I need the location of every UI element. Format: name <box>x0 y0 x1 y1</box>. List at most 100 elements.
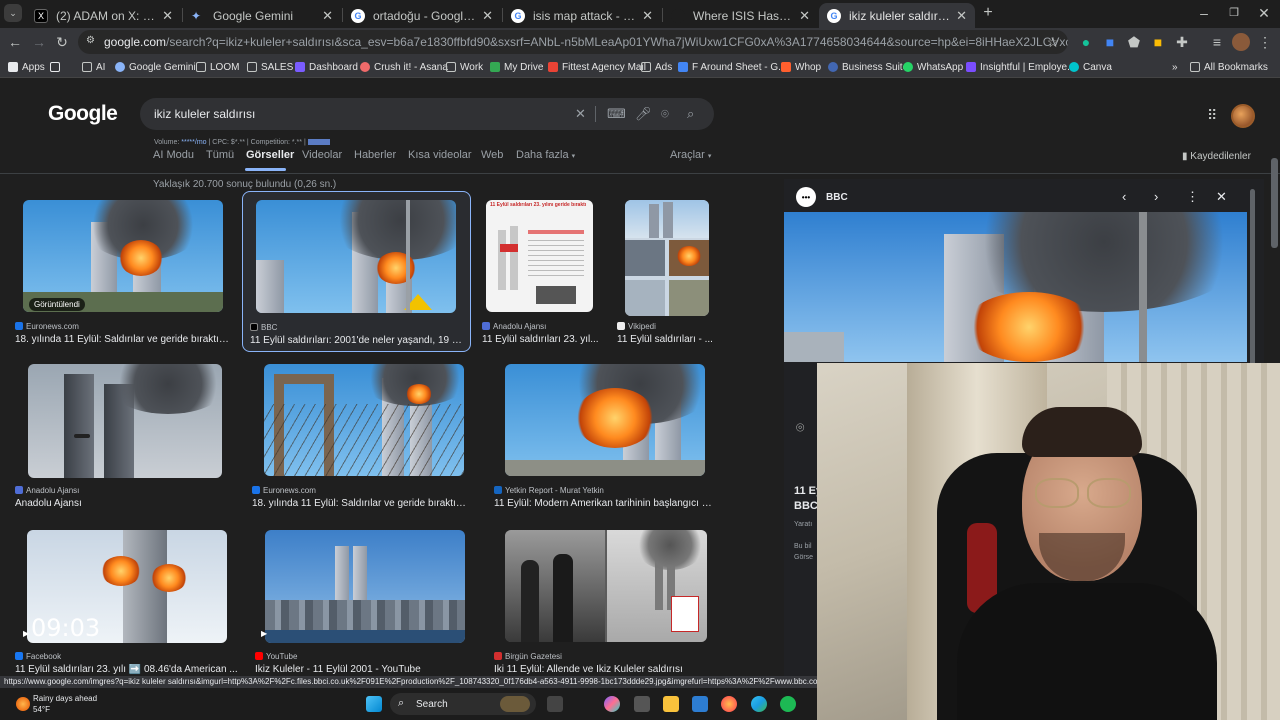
weather-icon[interactable] <box>16 697 30 711</box>
previous-icon[interactable]: ‹ <box>1122 189 1126 204</box>
bookmark-work[interactable]: Work <box>446 59 483 75</box>
image-result[interactable]: ▶ YouTube İkiz Kuleler - 11 Eylül 2001 -… <box>255 530 477 676</box>
close-panel-icon[interactable]: ✕ <box>1216 189 1227 205</box>
task-view-icon[interactable] <box>547 696 563 712</box>
saved-link[interactable]: ▮ Kaydedilenler <box>1182 151 1251 162</box>
result-thumbnail[interactable] <box>23 200 223 312</box>
copilot-icon[interactable] <box>604 696 620 712</box>
profile-avatar-icon[interactable] <box>1232 33 1250 51</box>
tab-where-isis[interactable]: Where ISIS Has Directed and In ✕ <box>663 3 818 28</box>
search-input[interactable]: ikiz kuleler saldırısı <box>154 107 255 121</box>
more-options-icon[interactable]: ⋮ <box>1186 189 1199 205</box>
image-result[interactable]: Birgün Gazetesi İki 11 Eylül: Allende ve… <box>494 530 716 676</box>
bookmark-whatsapp[interactable]: WhatsApp <box>903 59 963 75</box>
lens-camera-icon[interactable]: ⌾ <box>661 106 669 122</box>
extension-yellow-icon[interactable]: ■ <box>1149 33 1167 51</box>
bookmark-apps[interactable]: Apps <box>8 59 45 75</box>
image-result[interactable]: Yetkin Report - Murat Yetkin 11 Eylül: M… <box>494 364 716 512</box>
bookmark-whop[interactable]: Whop <box>781 59 821 75</box>
account-avatar[interactable] <box>1231 104 1255 128</box>
bookmark-business-suite[interactable]: Business Suite <box>828 59 908 75</box>
image-result[interactable]: 11 Eylül saldırıları 23. yılını geride b… <box>482 200 602 350</box>
result-thumbnail[interactable] <box>256 200 456 313</box>
search-box[interactable]: ikiz kuleler saldırısı ✕ ⌨ 🎤︎ ⌾ ⌕ <box>140 98 714 130</box>
bookmark-insightful[interactable]: Insightful | Employe... <box>966 59 1075 75</box>
close-icon[interactable]: ✕ <box>799 8 810 24</box>
bookmark-all-bookmarks[interactable]: All Bookmarks <box>1190 59 1268 75</box>
bookmark-my-drive[interactable]: My Drive <box>490 59 543 75</box>
bookmark-star-icon[interactable]: ☆ <box>1044 33 1062 51</box>
bookmark-ads[interactable]: Ads <box>641 59 672 75</box>
bookmark-sales[interactable]: SALES <box>247 59 293 75</box>
extension-shield-icon[interactable]: ⬟ <box>1125 33 1143 51</box>
result-thumbnail[interactable] <box>28 364 222 478</box>
tools-button[interactable]: Araçlar ▾ <box>670 149 711 161</box>
bookmark-grid[interactable] <box>50 59 64 75</box>
minimize-icon[interactable]: – <box>1195 4 1213 22</box>
tab-groups-icon[interactable]: ≡ <box>1208 33 1226 51</box>
result-thumbnail[interactable] <box>505 364 705 476</box>
calculator-icon[interactable] <box>692 696 708 712</box>
close-icon[interactable]: ✕ <box>642 8 653 24</box>
address-bar[interactable]: ⚙ google.com/search?q=ikiz+kuleler+saldı… <box>78 30 1068 54</box>
tab-isis-map-attack[interactable]: G isis map attack - Google'da Ara ✕ <box>503 3 661 28</box>
close-icon[interactable]: ✕ <box>482 8 493 24</box>
camera-icon[interactable] <box>634 696 650 712</box>
tab-videolar[interactable]: Videolar <box>302 149 342 161</box>
image-result[interactable]: Vikipedi 11 Eylül saldırıları - ... <box>617 200 717 350</box>
google-apps-icon[interactable]: ⠿ <box>1207 107 1217 124</box>
result-thumbnail[interactable] <box>625 200 709 316</box>
microphone-icon[interactable]: 🎤︎ <box>635 106 652 122</box>
image-result[interactable]: Anadolu Ajansı Anadolu Ajansı <box>15 364 237 512</box>
back-icon[interactable]: ← <box>6 33 24 51</box>
bookmarks-overflow-icon[interactable]: » <box>1172 59 1178 75</box>
lens-icon[interactable]: ⌾ <box>796 419 804 436</box>
bookmark-f-around-sheet[interactable]: F Around Sheet - G... <box>678 59 787 75</box>
image-result[interactable]: Görüntülendi Euronews.com 18. yılında 11… <box>15 200 237 350</box>
scrollbar[interactable] <box>1271 158 1278 248</box>
menu-kebab-icon[interactable]: ⋮ <box>1256 33 1274 51</box>
tab-daha-fazla[interactable]: Daha fazla ▾ <box>516 149 575 161</box>
google-logo[interactable]: Google <box>48 102 118 126</box>
result-thumbnail[interactable]: 09:03 <box>27 530 227 643</box>
tab-web[interactable]: Web <box>481 149 503 161</box>
keyboard-icon[interactable]: ⌨ <box>607 106 626 122</box>
next-icon[interactable]: › <box>1154 189 1158 204</box>
result-thumbnail[interactable]: 11 Eylül saldırıları 23. yılını geride b… <box>486 200 593 312</box>
chart-icon[interactable] <box>307 139 330 145</box>
preview-image[interactable] <box>784 212 1247 362</box>
spotify-icon[interactable] <box>780 696 796 712</box>
close-icon[interactable]: ✕ <box>322 8 333 24</box>
extension-icon[interactable]: ■ <box>1101 33 1119 51</box>
file-explorer-icon[interactable] <box>663 696 679 712</box>
tab-ai-modu[interactable]: AI Modu <box>153 149 194 161</box>
weather-widget[interactable]: Rainy days ahead 54°F <box>33 693 97 715</box>
panel-source[interactable]: ••• BBC <box>796 187 848 207</box>
extension-grammarly-icon[interactable]: ● <box>1077 33 1095 51</box>
result-thumbnail[interactable] <box>265 530 465 643</box>
reload-icon[interactable]: ↻ <box>53 33 71 51</box>
tab-x-adam[interactable]: X (2) ADAM on X: "BREAKING: ✕ <box>26 3 181 28</box>
close-window-icon[interactable]: ✕ <box>1255 4 1273 22</box>
image-result[interactable]: 09:03 ▶ Facebook 11 Eylül saldırıları 23… <box>15 530 243 676</box>
tab-haberler[interactable]: Haberler <box>354 149 396 161</box>
forward-icon[interactable]: → <box>30 33 48 51</box>
tab-gorseller[interactable]: Görseller <box>246 149 294 161</box>
bookmark-dashboard[interactable]: Dashboard <box>295 59 358 75</box>
firefox-icon[interactable] <box>721 696 737 712</box>
edge-icon[interactable] <box>751 696 767 712</box>
bookmark-asana[interactable]: Crush it! - Asana <box>360 59 448 75</box>
tab-search-chevron-icon[interactable]: ⌄ <box>4 4 22 22</box>
clear-icon[interactable]: ✕ <box>575 106 586 122</box>
close-icon[interactable]: ✕ <box>162 8 173 24</box>
bookmark-agency-mail[interactable]: Fittest Agency Mail <box>548 59 646 75</box>
tab-ortadogu[interactable]: G ortadoğu - Google'da Ara ✕ <box>343 3 501 28</box>
extensions-puzzle-icon[interactable]: ✚ <box>1173 33 1191 51</box>
bookmark-google-gemini[interactable]: Google Gemini <box>115 59 196 75</box>
image-result[interactable]: Euronews.com 18. yılında 11 Eylül: Saldı… <box>252 364 474 512</box>
image-result-selected[interactable]: BBC 11 Eylül saldırıları: 2001'de neler … <box>242 191 471 352</box>
bookmark-ai[interactable]: AI <box>82 59 105 75</box>
new-tab-icon[interactable]: + <box>979 4 997 22</box>
taskbar-search[interactable]: ⌕ Search <box>390 693 536 715</box>
bookmark-loom[interactable]: LOOM <box>196 59 239 75</box>
